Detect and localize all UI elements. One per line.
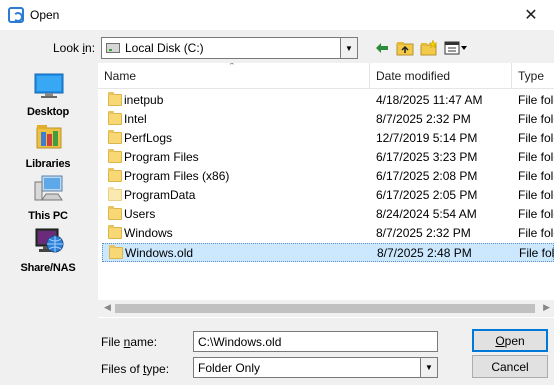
file-type: File folder	[518, 226, 554, 240]
title-bar: Open ✕	[0, 0, 554, 30]
file-name-label: File name:	[101, 335, 158, 349]
file-type: File folder	[518, 131, 554, 145]
folder-icon	[108, 149, 122, 163]
look-in-value: Local Disk (C:)	[125, 41, 204, 55]
up-folder-button[interactable]	[395, 39, 415, 57]
window-title: Open	[30, 8, 60, 22]
place-label: This PC	[28, 210, 68, 222]
drive-icon	[106, 43, 120, 53]
folder-icon	[108, 130, 122, 144]
chevron-down-icon[interactable]: ▼	[340, 38, 357, 58]
folder-icon	[108, 168, 122, 182]
file-date: 8/7/2025 2:32 PM	[376, 226, 471, 240]
file-row-windows-old-selected[interactable]: Windows.old 8/7/2025 2:48 PM File folder	[102, 243, 554, 262]
open-dialog-icon	[8, 7, 24, 23]
file-name: Windows.old	[125, 246, 194, 260]
column-header: ⌃ Name Date modified Type	[98, 63, 554, 89]
file-row-users[interactable]: Users 8/24/2024 5:54 AM File folder	[102, 205, 554, 224]
file-row-perflogs[interactable]: PerfLogs 12/7/2019 5:14 PM File folder	[102, 129, 554, 148]
new-folder-button[interactable]	[419, 39, 439, 57]
look-in-label: Look in:	[53, 41, 96, 55]
file-list[interactable]: ⌃ Name Date modified Type inetpub 4/18/2…	[98, 63, 554, 318]
file-type: File folder	[519, 246, 554, 260]
file-name: ProgramData	[124, 188, 196, 202]
libraries-icon	[36, 125, 62, 149]
close-button[interactable]: ✕	[508, 0, 554, 30]
file-row-program-files-x86[interactable]: Program Files (x86) 6/17/2025 2:08 PM Fi…	[102, 167, 554, 186]
file-row-intel[interactable]: Intel 8/7/2025 2:32 PM File folder	[102, 110, 554, 129]
scroll-left-icon[interactable]: ◀	[104, 302, 111, 313]
folder-icon	[108, 111, 122, 125]
files-of-type-dropdown[interactable]: Folder Only ▼	[193, 357, 438, 378]
file-date: 6/17/2025 3:23 PM	[376, 150, 478, 164]
file-name: Program Files	[124, 150, 199, 164]
file-row-programdata[interactable]: ProgramData 6/17/2025 2:05 PM File folde…	[102, 186, 554, 205]
file-date: 4/18/2025 11:47 AM	[376, 93, 483, 107]
look-in-dropdown[interactable]: Local Disk (C:) ▼	[101, 37, 358, 59]
files-of-type-value: Folder Only	[198, 361, 261, 375]
place-libraries[interactable]: Libraries	[4, 120, 92, 176]
places-bar: Desktop Libraries This PC Share/NAS	[4, 62, 92, 380]
folder-icon	[109, 245, 123, 259]
column-type[interactable]: Type	[518, 63, 544, 89]
column-divider[interactable]	[369, 63, 370, 89]
file-type: File folder	[518, 112, 554, 126]
share-nas-icon	[35, 228, 64, 253]
folder-icon	[108, 206, 122, 220]
scroll-right-icon[interactable]: ▶	[543, 302, 550, 313]
column-name[interactable]: Name	[104, 63, 136, 89]
open-button[interactable]: Open	[472, 329, 548, 352]
file-name: PerfLogs	[124, 131, 173, 145]
desktop-icon	[34, 73, 64, 98]
place-share-nas[interactable]: Share/NAS	[4, 224, 92, 280]
file-type: File folder	[518, 150, 554, 164]
place-desktop[interactable]: Desktop	[4, 68, 92, 124]
view-menu-icon	[444, 41, 467, 55]
file-type: File folder	[518, 207, 554, 221]
file-date: 6/17/2025 2:08 PM	[376, 169, 478, 183]
file-type: File folder	[518, 188, 554, 202]
place-label: Libraries	[25, 158, 71, 170]
file-row-inetpub[interactable]: inetpub 4/18/2025 11:47 AM File folder	[102, 91, 554, 110]
view-menu-button[interactable]	[443, 39, 469, 57]
horizontal-scrollbar[interactable]: ◀ ▶	[98, 300, 554, 317]
cancel-button[interactable]: Cancel	[472, 355, 548, 378]
file-name-input[interactable]	[194, 332, 437, 351]
back-button[interactable]	[373, 39, 391, 57]
file-date: 8/7/2025 2:48 PM	[377, 246, 472, 260]
folder-icon	[108, 92, 122, 106]
file-name: Users	[124, 207, 156, 221]
file-date: 8/24/2024 5:54 AM	[376, 207, 477, 221]
folder-icon	[108, 225, 122, 239]
file-name: Windows	[124, 226, 173, 240]
file-type: File folder	[518, 93, 554, 107]
files-of-type-label: Files of type:	[101, 362, 170, 376]
chevron-down-icon[interactable]: ▼	[420, 358, 437, 377]
place-label: Desktop	[27, 106, 69, 118]
place-this-pc[interactable]: This PC	[4, 172, 92, 228]
this-pc-icon	[34, 175, 63, 201]
file-name: Program Files (x86)	[124, 169, 230, 183]
file-date: 8/7/2025 2:32 PM	[376, 112, 471, 126]
file-date: 6/17/2025 2:05 PM	[376, 188, 478, 202]
up-folder-icon	[396, 42, 414, 56]
folder-icon	[108, 187, 122, 201]
sort-ascending-icon: ⌃	[228, 63, 236, 71]
file-date: 12/7/2019 5:14 PM	[376, 131, 478, 145]
scrollbar-thumb[interactable]	[115, 304, 535, 313]
file-name-field[interactable]	[193, 331, 438, 352]
column-date-modified[interactable]: Date modified	[376, 63, 450, 89]
file-row-program-files[interactable]: Program Files 6/17/2025 3:23 PM File fol…	[102, 148, 554, 167]
file-type: File folder	[518, 169, 554, 183]
place-label: Share/NAS	[20, 262, 76, 274]
file-name: Intel	[124, 112, 147, 126]
file-row-windows[interactable]: Windows 8/7/2025 2:32 PM File folder	[102, 224, 554, 243]
column-divider[interactable]	[511, 63, 512, 89]
file-name: inetpub	[124, 93, 164, 107]
back-arrow-icon	[376, 43, 388, 53]
new-folder-icon	[420, 40, 438, 56]
